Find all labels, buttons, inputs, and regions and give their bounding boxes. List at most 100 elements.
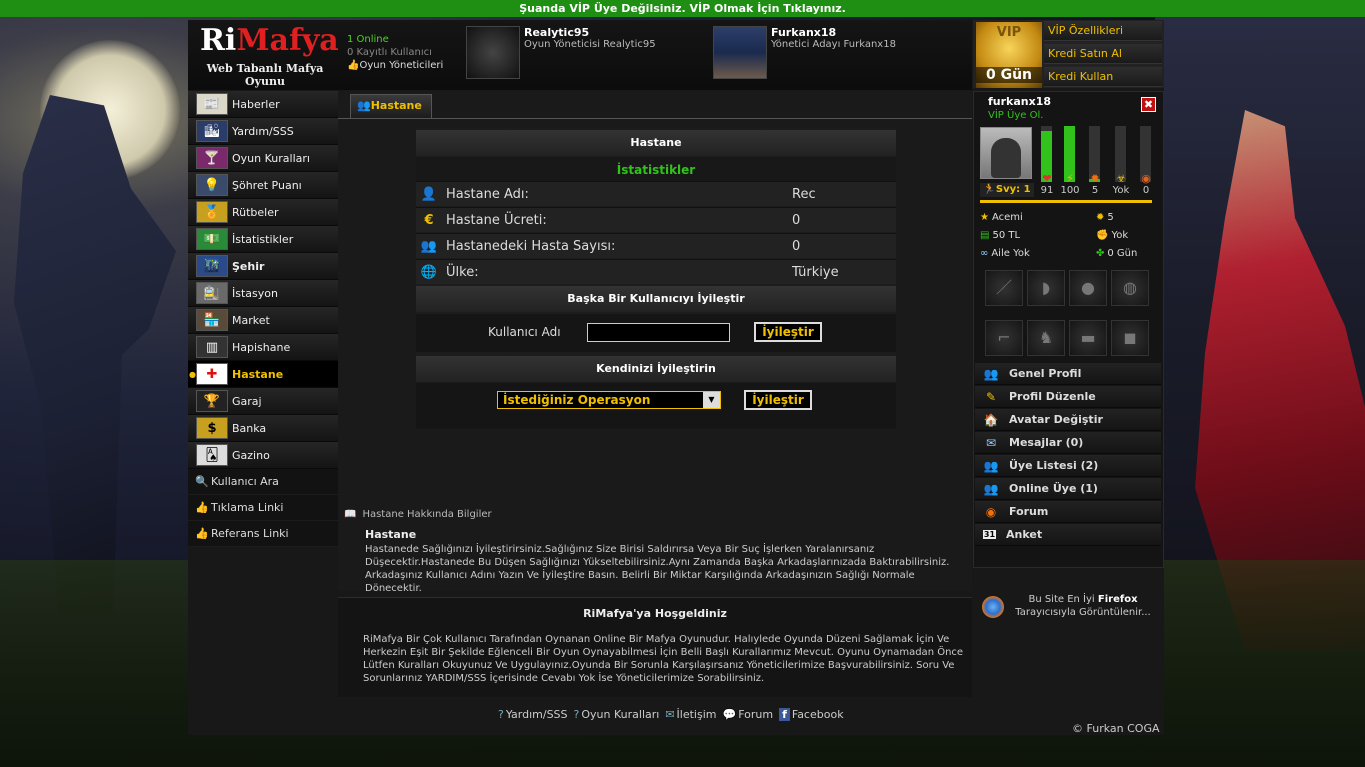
menu-online-uye[interactable]: 👥 Online Üye (1) [975,478,1161,500]
nav-kullanici-ara[interactable]: 🔍 Kullanıcı Ara [188,469,338,495]
staff-member[interactable]: Realytic95 Oyun Yöneticisi Realytic95 [466,26,656,79]
fist-icon: ✊ [1096,230,1109,241]
stat-value: 0 [792,238,801,254]
menu-anket[interactable]: 31 Anket [975,524,1161,546]
nav-haberler[interactable]: 📰 Haberler [188,91,338,118]
nav-referans-linki[interactable]: 👍 Referans Linki [188,521,338,547]
menu-genel-profil[interactable]: 👥 Genel Profil [975,363,1161,385]
clover-stat: ✤ 0 Gün [1096,248,1138,259]
newspaper-icon: 📰 [196,93,228,115]
skyline-icon: 🌃 [196,255,228,277]
menu-mesajlar[interactable]: ✉ Mesajlar (0) [975,432,1161,454]
menu-avatar-degistir[interactable]: 🏠 Avatar Değiştir [975,409,1161,431]
footer-link-facebook[interactable]: f Facebook [779,708,844,721]
online-count[interactable]: 1 Online [347,33,443,46]
biohazard-icon: ☣ [1116,172,1126,185]
menu-profil-duzenle[interactable]: ✎ Profil Düzenle [975,386,1161,408]
users-icon: 👥 [983,481,999,496]
family-stat: ∞ Aile Yok [980,248,1030,259]
firefox-icon[interactable] [982,596,1004,618]
car-slot-icon[interactable]: ▬ [1069,320,1107,356]
site-logo[interactable]: RiMafya Web Tabanlı Mafya Oyunu [200,24,339,89]
nav-hapishane[interactable]: ▥ Hapishane [188,334,338,361]
user-icon: 👤 [420,186,438,202]
tab-divider [338,118,972,119]
username-input[interactable] [587,323,730,342]
logo-mafya: Mafya [236,23,339,58]
stat-value: Rec [792,186,816,202]
nav-banka[interactable]: $ Banka [188,415,338,442]
helmet-slot-icon[interactable]: ◗ [1027,270,1065,306]
facebook-icon: f [779,708,790,721]
menu-forum[interactable]: ◉ Forum [975,501,1161,523]
firefox-notice: Bu Site En İyi Firefox Tarayıcısıyla Görü… [1015,594,1151,618]
running-man-icon: 🏃 [983,184,996,195]
users-icon: 👥 [983,458,999,473]
footer-link-forum[interactable]: 💬 Forum [723,708,774,721]
tab-hastane[interactable]: 👥Hastane [350,94,432,118]
nav-istasyon[interactable]: 🚉 İstasyon [188,280,338,307]
info-title: Hastane [365,528,417,541]
dog-slot-icon[interactable]: ♞ [1027,320,1065,356]
stat-row-patients: 👥 Hastanedeki Hasta Sayısı: 0 [416,233,896,258]
pistol-slot-icon[interactable]: ⌐ [985,320,1023,356]
vest-slot-icon[interactable]: ◼ [1111,320,1149,356]
close-icon[interactable]: ✖ [1141,97,1156,112]
grenade-slot-icon[interactable]: ◍ [1111,270,1149,306]
staff-member[interactable]: Furkanx18 Yönetici Adayı Furkanx18 [713,26,896,79]
city-icon: 🏙 [196,120,228,142]
footer-link-iletisim[interactable]: ✉ İletişim [665,708,716,721]
calendar-icon: 31 [983,530,996,539]
operation-select[interactable]: İstediğiniz Operasyon ▼ [497,391,721,409]
nav-istatistikler[interactable]: 💵 İstatistikler [188,226,338,253]
buy-credit-link[interactable]: Kredi Satın Al [1044,44,1162,64]
nav-hastane[interactable]: ● ✚ Hastane [188,361,338,388]
heal-other-button[interactable]: İyileştir [754,322,822,342]
staff-name[interactable]: Realytic95 [524,26,656,39]
stat-row-fee: € Hastane Ücreti: 0 [416,207,896,232]
stats-title: İstatistikler [416,157,896,183]
pencil-icon: ✎ [985,389,997,404]
target-icon: ◉ [1141,172,1151,185]
nav-sohret-puani[interactable]: 💡 Şöhret Puanı [188,172,338,199]
bomb-slot-icon[interactable]: ● [1069,270,1107,306]
nav-tiklama-linki[interactable]: 👍 Tıklama Linki [188,495,338,521]
xp-bar [980,200,1152,203]
power-value: 5 [1091,185,1099,196]
stat-row-name: 👤 Hastane Adı: Rec [416,181,896,206]
left-navigation: 📰 Haberler 🏙 Yardım/SSS 🍸 Oyun Kuralları 💡 Ş… [188,91,338,547]
heal-other-title: Başka Bir Kullanıcıyı İyileştir [416,286,896,312]
staff-avatar[interactable] [713,26,767,79]
heal-self-button[interactable]: İyileştir [744,390,812,410]
staff-avatar[interactable] [466,26,520,79]
footer-link-yardim[interactable]: ? Yardım/SSS [498,708,568,721]
admins-link[interactable]: 👍Oyun Yöneticileri [347,59,443,72]
vip-cta-link[interactable]: VİP Üye Ol. [988,110,1043,121]
staff-name[interactable]: Furkanx18 [771,26,896,39]
chat-icon: 💬 [722,708,737,721]
welcome-title: RiMafya'ya Hoşgeldiniz [583,607,727,620]
burst-icon: ✹ [1090,172,1100,185]
nav-gazino[interactable]: 🂡 Gazino [188,442,338,469]
profile-username[interactable]: furkanx18 [988,95,1051,108]
nav-garaj[interactable]: 🏆 Garaj [188,388,338,415]
use-credit-link[interactable]: Kredi Kullan [1044,67,1162,87]
health-value: 91 [1040,185,1054,196]
knife-slot-icon[interactable]: ／ [985,270,1023,306]
nav-oyun-kurallari[interactable]: 🍸 Oyun Kuralları [188,145,338,172]
menu-uye-listesi[interactable]: 👥 Üye Listesi (2) [975,455,1161,477]
vip-coins-image[interactable]: VIP 0 Gün [976,22,1042,88]
welcome-text: RiMafya Bir Çok Kullanıcı Tarafından Oyn… [363,634,964,684]
footer-link-kurallar[interactable]: ? Oyun Kuralları [574,708,660,721]
vip-notice-bar[interactable]: Şuanda VİP Üye Değilsiniz. VİP Olmak İçi… [0,0,1365,17]
market-icon: 🏪 [196,309,228,331]
house-icon: 🏠 [983,412,999,427]
avatar[interactable] [980,127,1032,179]
euro-icon: € [424,212,434,228]
money-stat: ▤ 50 TL [980,230,1021,241]
nav-market[interactable]: 🏪 Market [188,307,338,334]
nav-yardim[interactable]: 🏙 Yardım/SSS [188,118,338,145]
nav-rutbeler[interactable]: 🏅 Rütbeler [188,199,338,226]
nav-sehir[interactable]: 🌃 Şehir [188,253,338,280]
vip-features-link[interactable]: VİP Özellikleri [1044,21,1162,41]
